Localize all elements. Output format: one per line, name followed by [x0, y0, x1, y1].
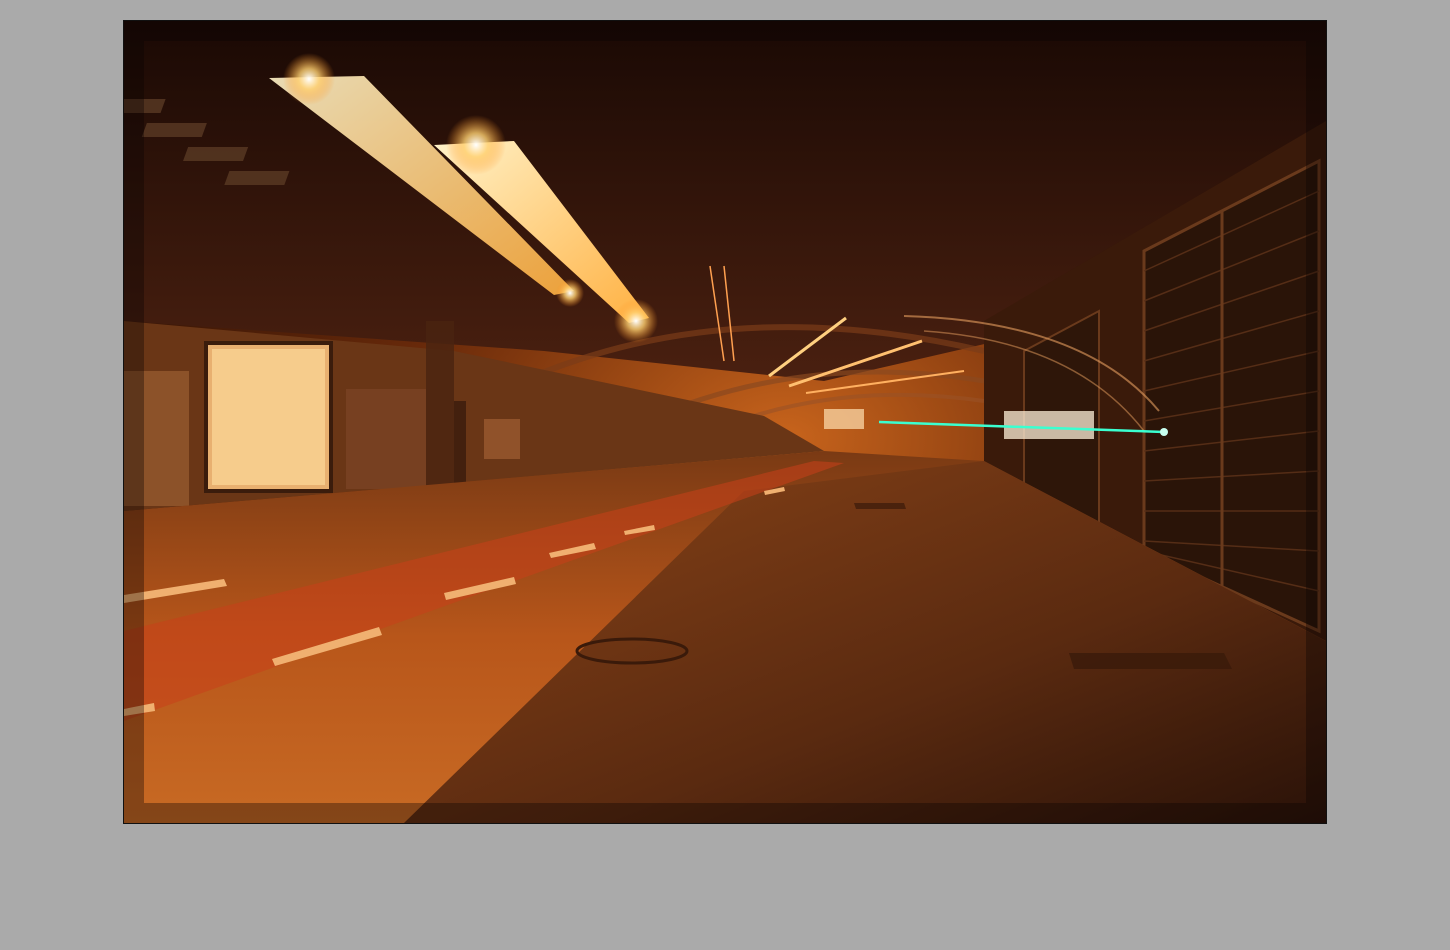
drain-grate [1069, 653, 1232, 669]
image-viewer [0, 0, 1450, 950]
photo-frame [123, 20, 1327, 824]
lamp-flare [556, 279, 584, 307]
distant-sign [1004, 411, 1094, 439]
lamp-flare [614, 299, 658, 343]
green-light-point [1160, 428, 1168, 436]
lamp-flare [446, 115, 506, 175]
tunnel-photo [124, 21, 1326, 823]
graffiti-panel [346, 389, 426, 489]
poster [484, 419, 520, 459]
tunnel-exit [824, 409, 864, 429]
lamp-flare [283, 53, 335, 105]
